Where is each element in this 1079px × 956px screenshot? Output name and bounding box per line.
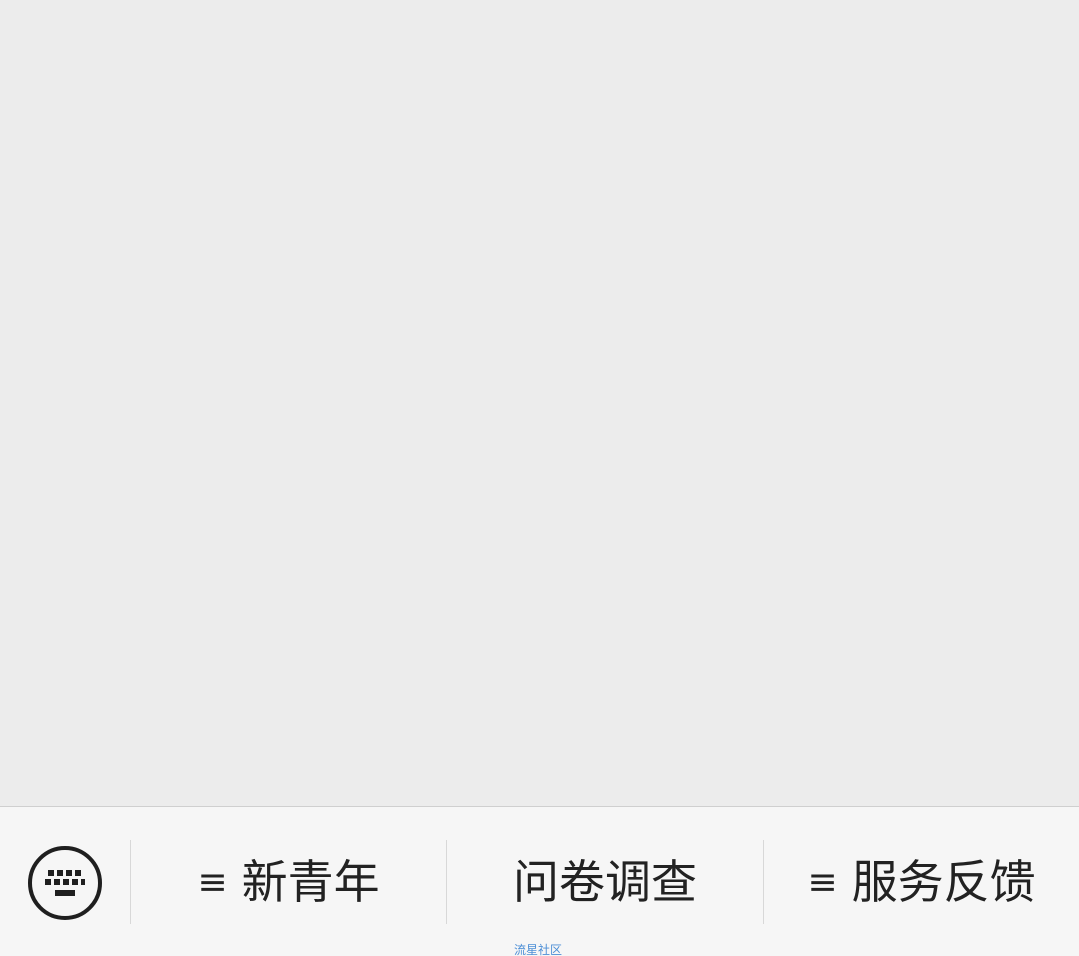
menu-lines-icon: ≡ — [197, 862, 228, 903]
message-content-area — [0, 0, 1079, 806]
menu-lines-icon: ≡ — [807, 862, 838, 903]
menu-item-service-feedback[interactable]: ≡ 服务反馈 — [764, 840, 1079, 924]
watermark-text: 流星社区 — [514, 943, 563, 956]
menu-item-survey[interactable]: 问卷调查 — [447, 840, 763, 924]
wechat-official-account-screen: ≡ 新青年 问卷调查 ≡ 服务反馈 流星社区 — [0, 0, 1079, 956]
bottom-menu-bar: ≡ 新青年 问卷调查 ≡ 服务反馈 流星社区 — [0, 806, 1079, 956]
menu-item-label: 新青年 — [241, 855, 380, 909]
keyboard-toggle-button[interactable] — [28, 846, 102, 920]
menu-item-new-youth[interactable]: ≡ 新青年 — [131, 840, 446, 924]
keyboard-icon — [45, 870, 85, 896]
menu-item-label: 服务反馈 — [851, 855, 1036, 909]
menu-item-label: 问卷调查 — [513, 855, 697, 909]
